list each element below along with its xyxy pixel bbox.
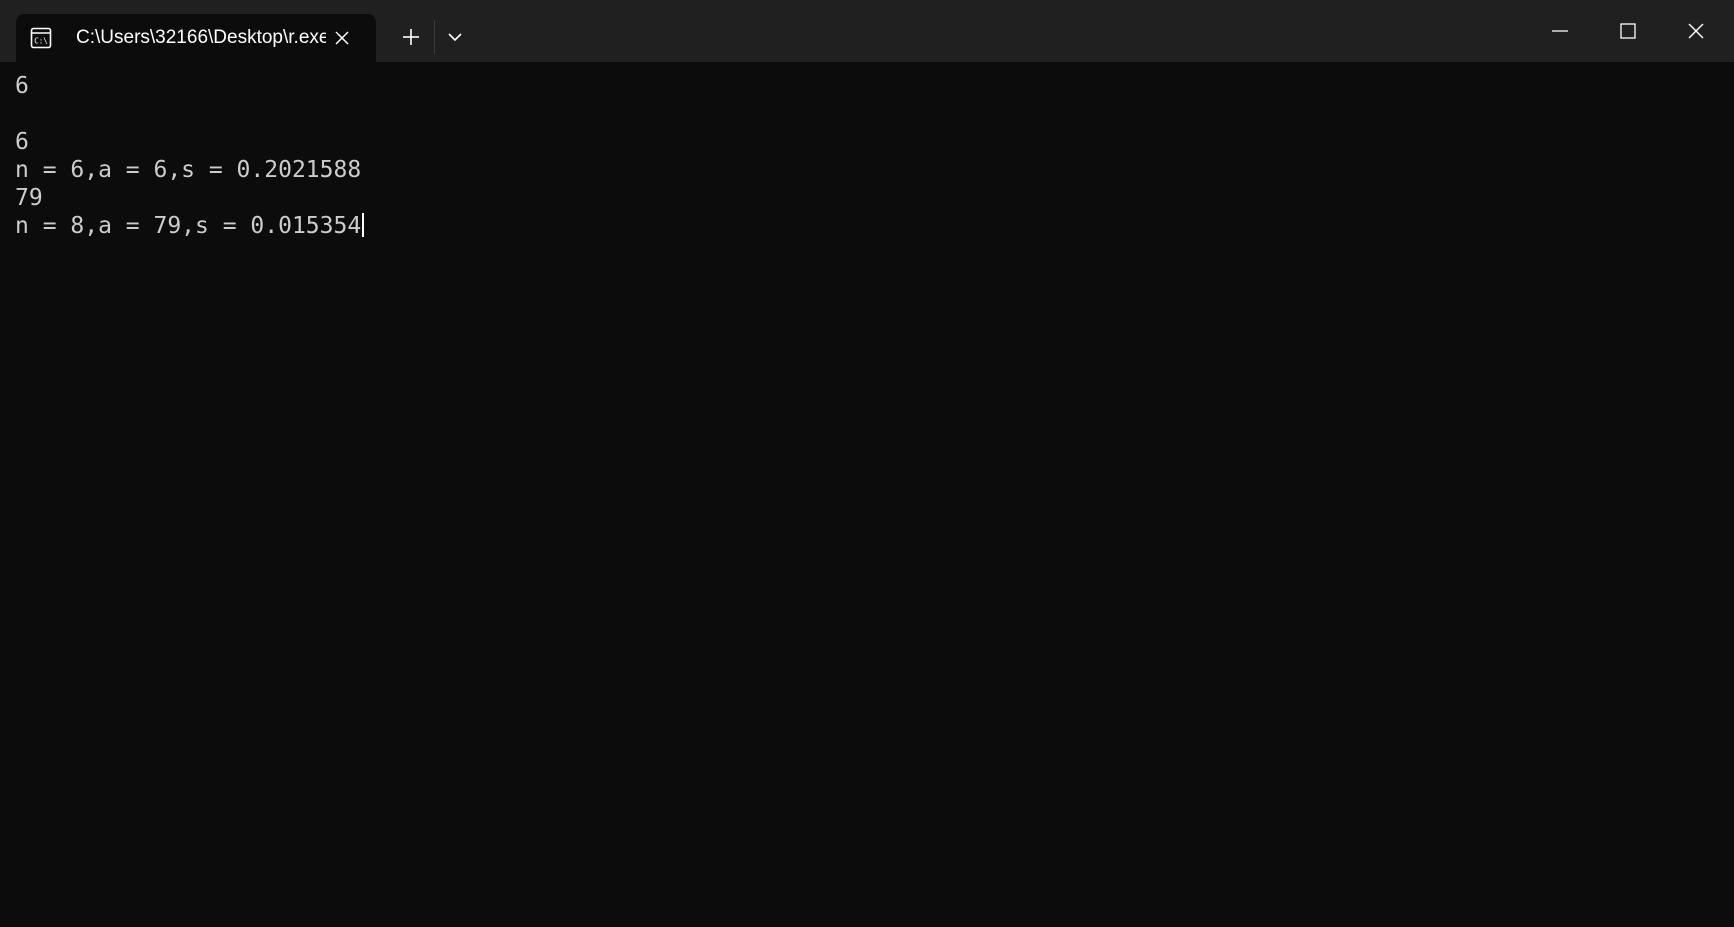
- minimize-icon: [1552, 30, 1568, 32]
- chevron-down-icon: [448, 33, 462, 42]
- title-bar[interactable]: C:\ C:\Users\32166\Desktop\r.exe: [0, 0, 1734, 62]
- svg-text:C:\: C:\: [34, 37, 48, 46]
- new-tab-button[interactable]: [394, 22, 428, 52]
- tab-divider: [434, 20, 435, 54]
- terminal-window: C:\ C:\Users\32166\Desktop\r.exe 6 6 n =…: [0, 0, 1734, 927]
- output-line: 79: [15, 185, 43, 211]
- profile-dropdown-button[interactable]: [440, 22, 470, 52]
- maximize-icon: [1620, 23, 1636, 39]
- tab-title: C:\Users\32166\Desktop\r.exe: [76, 27, 326, 48]
- terminal-output[interactable]: 6 6 n = 6,a = 6,s = 0.2021588 79 n = 8,a…: [15, 72, 1715, 912]
- output-line: 6: [15, 73, 29, 99]
- output-line: 6: [15, 129, 29, 155]
- minimize-button[interactable]: [1526, 0, 1594, 62]
- text-cursor: [362, 213, 365, 237]
- output-line-last: n = 8,a = 79,s = 0.015354: [15, 212, 1715, 240]
- tab-active[interactable]: C:\ C:\Users\32166\Desktop\r.exe: [16, 14, 376, 62]
- close-icon: [1688, 23, 1704, 39]
- close-button[interactable]: [1662, 0, 1730, 62]
- output-text: n = 8,a = 79,s = 0.015354: [15, 213, 362, 239]
- plus-icon: [403, 29, 419, 45]
- tab-close-button[interactable]: [330, 26, 354, 50]
- maximize-button[interactable]: [1594, 0, 1662, 62]
- output-line: n = 6,a = 6,s = 0.2021588: [15, 157, 362, 183]
- terminal-icon: C:\: [30, 27, 52, 49]
- close-icon: [335, 31, 349, 45]
